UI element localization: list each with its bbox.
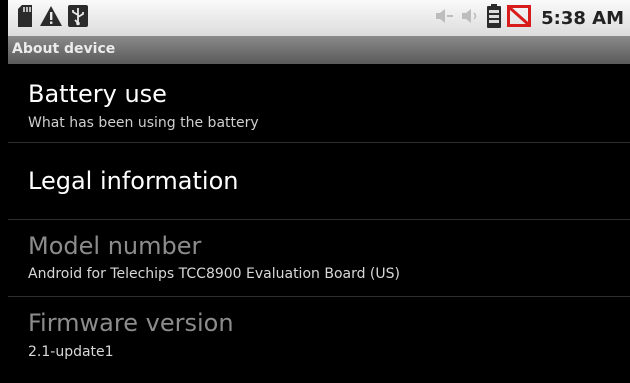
- status-clock: 5:38 AM: [541, 7, 624, 29]
- page-title: About device: [12, 41, 116, 57]
- status-bar: 5:38 AM: [8, 0, 630, 36]
- list-item-title: Firmware version: [28, 309, 234, 337]
- system-icons: 5:38 AM: [435, 4, 624, 32]
- list-item-summary: 2.1-update1: [28, 344, 114, 360]
- list-item-title: Model number: [28, 232, 202, 260]
- warning-icon: [40, 6, 62, 30]
- list-item-title: Battery use: [28, 80, 167, 108]
- list-item-summary: Android for Telechips TCC8900 Evaluation…: [28, 266, 400, 282]
- battery-icon: [487, 4, 502, 32]
- list-item-legal-information[interactable]: Legal information: [8, 143, 630, 219]
- volume-icon: [461, 8, 481, 28]
- title-bar: About device: [8, 36, 630, 64]
- no-signal-icon: [507, 5, 532, 31]
- volume-low-icon: [435, 8, 455, 28]
- sd-card-icon: [16, 5, 34, 31]
- screen: 5:38 AM About device Battery use What ha…: [0, 0, 630, 383]
- list-item-summary: What has been using the battery: [28, 115, 259, 131]
- notification-icons: [16, 5, 94, 31]
- list-item-title: Legal information: [28, 167, 239, 195]
- list-item-battery-use[interactable]: Battery use What has been using the batt…: [8, 64, 630, 142]
- list-item-firmware-version: Firmware version 2.1-update1: [8, 297, 630, 377]
- list-item-model-number: Model number Android for Telechips TCC89…: [8, 220, 630, 296]
- settings-list: Battery use What has been using the batt…: [8, 64, 630, 383]
- usb-icon: [68, 5, 88, 31]
